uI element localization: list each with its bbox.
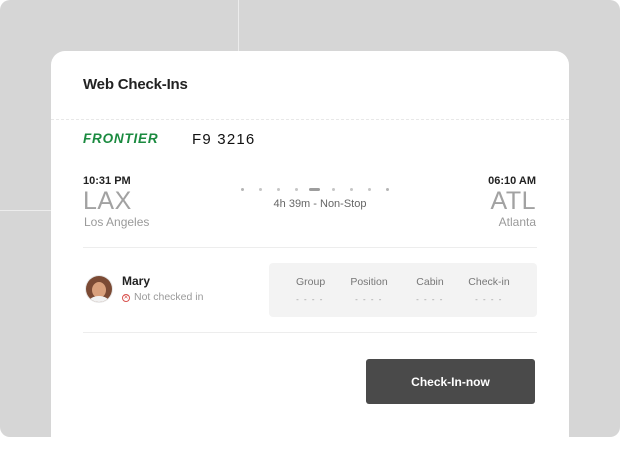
divider [83, 247, 537, 248]
info-value: - - - - [416, 295, 444, 304]
backdrop-grid-line [0, 210, 52, 211]
arrival-airport-code: ATL [490, 187, 536, 215]
info-value: - - - - [355, 295, 383, 304]
arrival-time: 06:10 AM [488, 175, 536, 187]
info-column-cabin: Cabin - - - - [413, 276, 447, 304]
info-column-checkin: Check-in - - - - [466, 276, 512, 304]
info-value: - - - - [475, 295, 503, 304]
divider [83, 332, 537, 333]
not-checked-in-icon: ✕ [122, 294, 130, 302]
airline-logo: FRONTIER [83, 131, 159, 146]
info-label: Cabin [416, 276, 444, 288]
departure-airport-code: LAX [83, 187, 132, 215]
route-dot [386, 188, 389, 191]
info-label: Position [350, 276, 388, 288]
boarding-info-panel: Group - - - - Position - - - - Cabin - -… [269, 263, 537, 317]
panel-title: Web Check-Ins [83, 76, 188, 93]
info-label: Check-in [468, 276, 510, 288]
backdrop-grid-line [238, 0, 239, 52]
flight-number: F9 3216 [192, 131, 256, 148]
route-dot [332, 188, 335, 191]
info-column-group: Group - - - - [296, 276, 326, 304]
info-column-position: Position - - - - [349, 276, 389, 304]
departure-city: Los Angeles [84, 215, 150, 229]
route-dot [241, 188, 244, 191]
passenger-avatar [86, 276, 112, 302]
passenger-name: Mary [122, 274, 151, 288]
web-checkins-card: Web Check-Ins FRONTIER F9 3216 10:31 PM … [51, 51, 569, 451]
flight-duration: 4h 39m - Non-Stop [273, 198, 367, 210]
passenger-status: Not checked in [134, 291, 204, 303]
check-in-now-button[interactable]: Check-In-now [366, 359, 535, 404]
avatar-shirt [89, 296, 109, 302]
route-dot [350, 188, 353, 191]
route-dot [295, 188, 298, 191]
route-dot [259, 188, 262, 191]
departure-time: 10:31 PM [83, 175, 131, 187]
arrival-city: Atlanta [498, 215, 536, 229]
route-plane-marker [309, 188, 320, 191]
info-value: - - - - [296, 295, 324, 304]
info-label: Group [296, 276, 326, 288]
route-dot [368, 188, 371, 191]
route-dot [277, 188, 280, 191]
divider [51, 119, 569, 121]
route-progress-dots [241, 188, 391, 192]
